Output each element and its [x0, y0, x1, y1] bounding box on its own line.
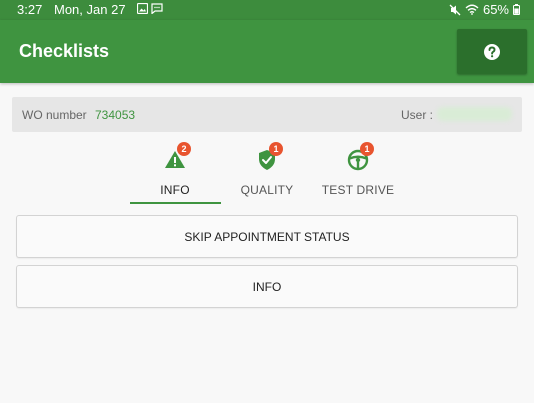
tab-quality[interactable]: 1 QUALITY [231, 142, 303, 205]
wifi-icon [465, 4, 479, 15]
active-tab-indicator [130, 202, 221, 204]
tab-test-drive-badge: 1 [360, 142, 374, 156]
gallery-icon [137, 3, 148, 14]
tab-info-badge: 2 [177, 142, 191, 156]
battery-percent: 65% [482, 2, 509, 17]
tab-quality-badge: 1 [269, 142, 283, 156]
status-system-icons: 65% [449, 2, 520, 17]
tab-quality-label: QUALITY [240, 183, 294, 197]
question-circle-icon [484, 43, 500, 60]
app-bar: Checklists [0, 20, 534, 83]
tab-info-label: INFO [160, 183, 190, 197]
info-checklist-button[interactable]: INFO [16, 265, 518, 308]
tab-quality-icon-wrap: 1 [255, 142, 283, 172]
tab-info[interactable]: 2 INFO [150, 142, 200, 205]
user-label: User : [401, 108, 434, 122]
battery-icon [513, 4, 520, 15]
info-checklist-label: INFO [252, 279, 282, 294]
work-order-bar: WO number 734053 User : [12, 97, 522, 132]
user-value-redacted [437, 107, 512, 121]
mute-icon [449, 4, 461, 15]
tab-info-icon-wrap: 2 [163, 142, 191, 172]
skip-appointment-status-label: SKIP APPOINTMENT STATUS [184, 229, 350, 244]
tab-test-drive[interactable]: 1 TEST DRIVE [318, 142, 398, 205]
tab-test-drive-label: TEST DRIVE [321, 183, 395, 197]
status-time: 3:27 [17, 2, 43, 17]
message-icon [151, 3, 163, 14]
status-date: Mon, Jan 27 [54, 2, 126, 17]
help-button[interactable] [457, 29, 527, 74]
wo-number-value: 734053 [95, 108, 136, 122]
skip-appointment-status-button[interactable]: SKIP APPOINTMENT STATUS [16, 215, 518, 258]
page-title: Checklists [19, 41, 110, 61]
wo-number-label: WO number [22, 108, 87, 122]
status-bar: 3:27 Mon, Jan 27 65% [0, 0, 534, 20]
status-notification-icons [137, 3, 163, 14]
tab-test-drive-icon-wrap: 1 [346, 142, 374, 172]
